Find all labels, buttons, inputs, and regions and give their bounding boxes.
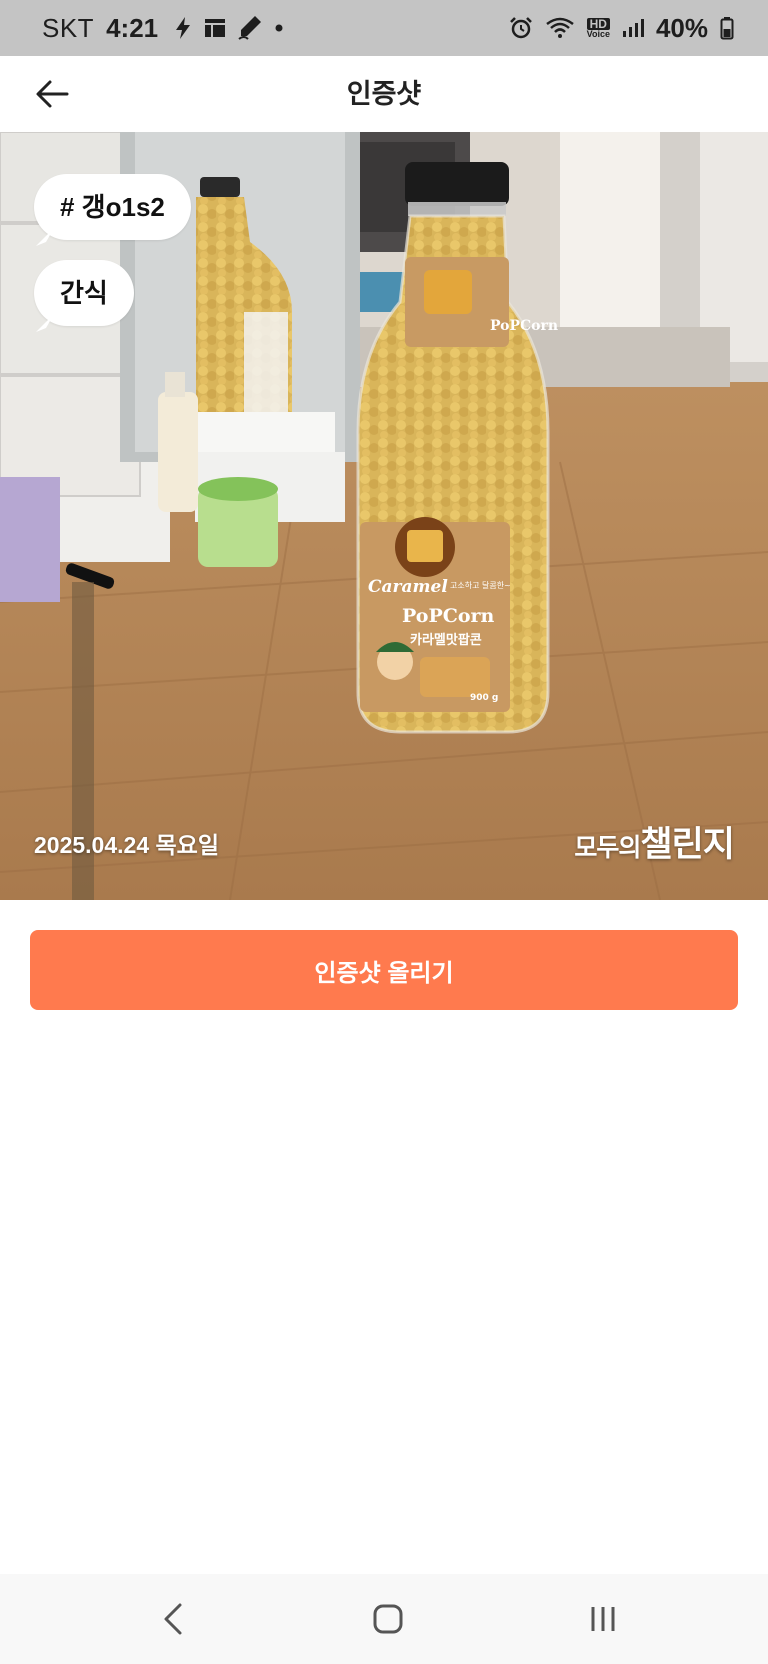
pen-icon — [238, 16, 262, 40]
nav-home-button[interactable] — [358, 1594, 418, 1644]
dot-icon — [275, 24, 283, 32]
category-text: 간식 — [60, 278, 108, 308]
label-weight-text: 900 g — [470, 693, 498, 703]
bubble-tail-icon — [36, 228, 54, 246]
clock-time: 4:21 — [106, 12, 159, 43]
carrier-label: SKT — [42, 12, 95, 43]
upload-proof-button[interactable]: 인증샷 올리기 — [30, 930, 738, 1010]
recent-apps-icon — [591, 1607, 615, 1631]
alarm-icon — [509, 17, 532, 39]
signal-icon — [622, 19, 644, 37]
system-nav-bar — [0, 1574, 768, 1664]
hd-voice-icon: HD Voice — [586, 17, 610, 39]
arrow-left-icon — [36, 80, 69, 108]
status-bar: SKT 4:21 HD Voice 40% — [0, 0, 768, 56]
status-bar-left: SKT 4:21 — [42, 0, 284, 56]
bolt-icon — [176, 17, 191, 39]
nav-back-button[interactable] — [143, 1594, 203, 1644]
challenge-watermark: 모두의 챌린지 — [574, 816, 735, 864]
page-title: 인증샷 — [346, 79, 422, 109]
grid-icon — [205, 19, 226, 37]
photo-scene: PoPCorn Caramel PoPCorn 카라멜맛팝콘 고소하고 달콤한~… — [0, 132, 768, 900]
wifi-icon — [545, 17, 574, 38]
hd-voice-top: HD — [586, 17, 610, 30]
category-bubble: 간식 — [34, 260, 134, 332]
watermark-small-text: 모두의 — [574, 834, 641, 862]
proof-photo: PoPCorn Caramel PoPCorn 카라멜맛팝콘 고소하고 달콤한~… — [0, 132, 768, 900]
hashtag-bubble: # 갱o1s2 — [34, 174, 191, 246]
neck-label-text: PoPCorn — [490, 318, 558, 334]
label-brand-text: Caramel — [368, 577, 448, 597]
status-bar-right: HD Voice 40% — [509, 0, 734, 56]
photo-date: 2025.04.24 목요일 — [34, 832, 219, 858]
battery-icon — [720, 17, 734, 40]
hd-voice-bottom: Voice — [586, 28, 610, 39]
label-korean-text: 카라멜맛팝콘 — [410, 632, 482, 648]
back-icon — [164, 1603, 182, 1635]
home-icon — [373, 1604, 403, 1634]
notification-icons — [174, 15, 284, 41]
bubble-tail-icon — [36, 314, 54, 332]
label-product-text: PoPCorn — [402, 605, 495, 627]
watermark-big-text: 챌린지 — [640, 825, 735, 864]
battery-percent: 40% — [655, 12, 708, 43]
hashtag-text: # 갱o1s2 — [60, 192, 165, 222]
nav-recent-apps-button[interactable] — [573, 1594, 633, 1644]
app-header: 인증샷 — [0, 56, 768, 132]
label-tagline-text: 고소하고 달콤한~ — [450, 580, 511, 590]
back-button[interactable] — [30, 72, 74, 116]
